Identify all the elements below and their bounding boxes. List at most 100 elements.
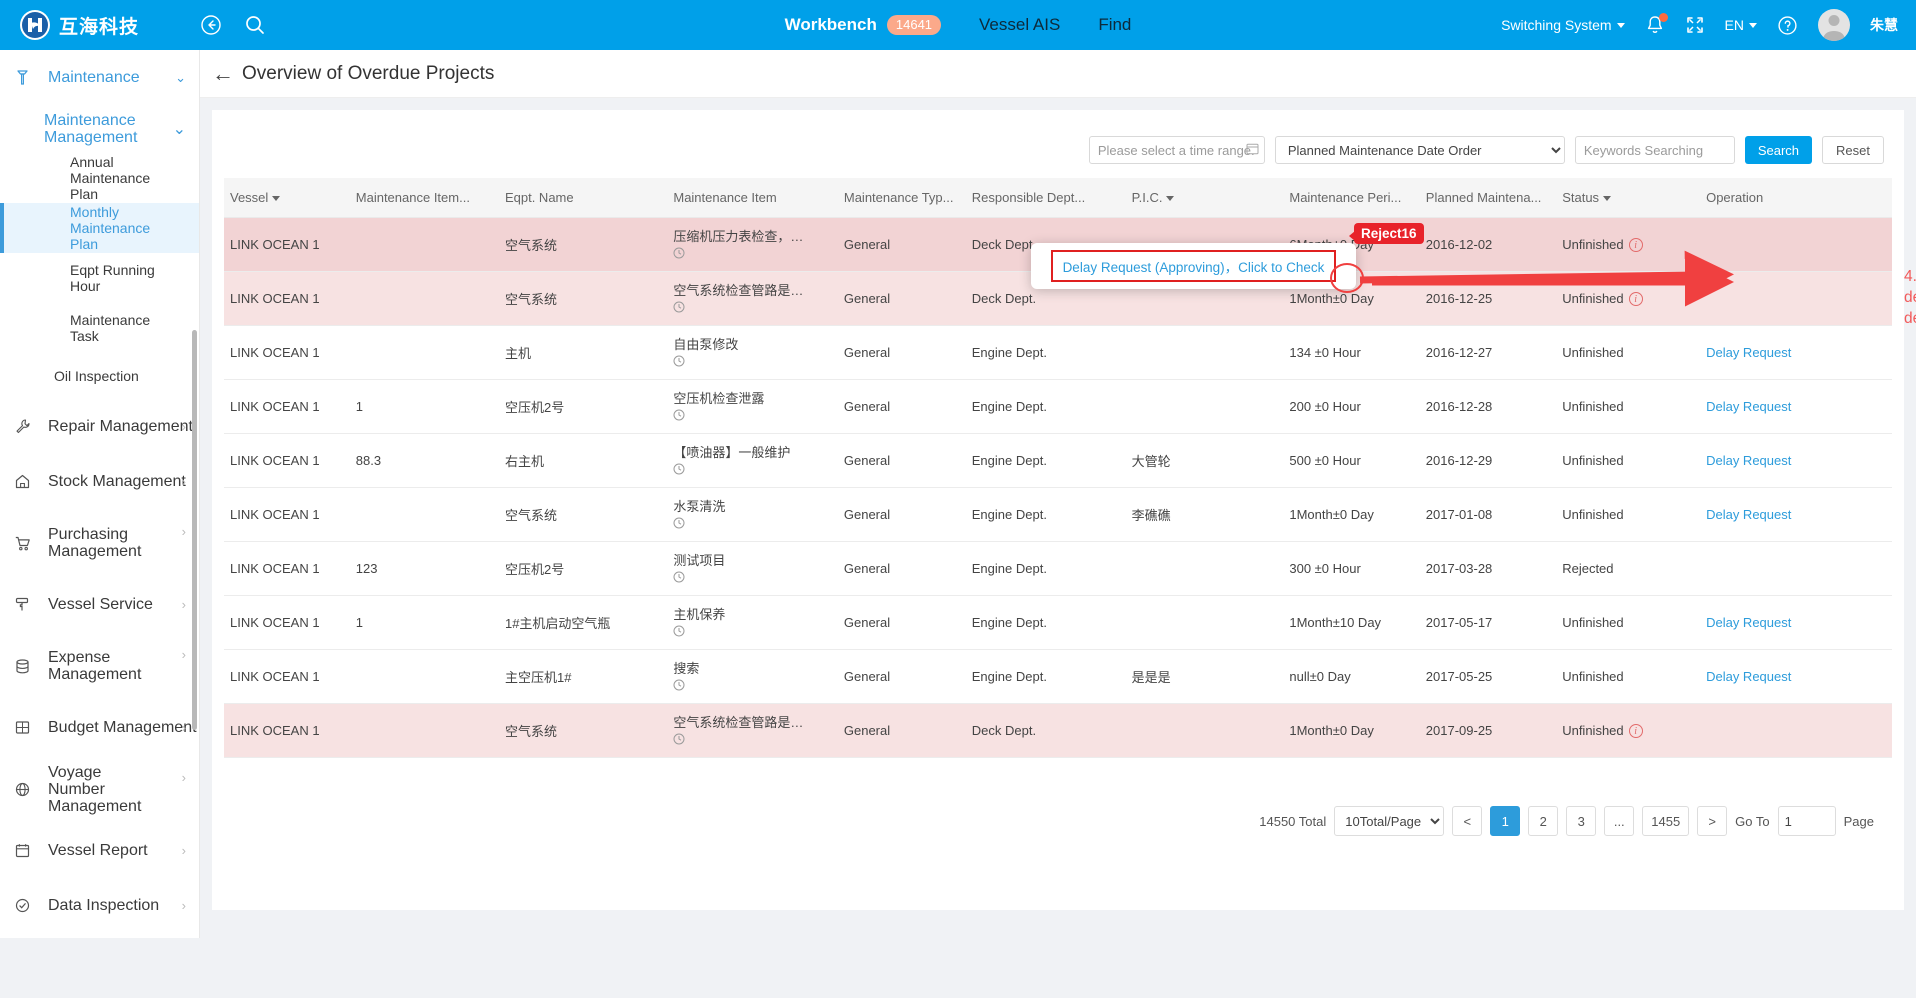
cell-operation[interactable]: Delay Request bbox=[1700, 649, 1892, 704]
sidebar-item-maintenance[interactable]: Maintenance ⌄ bbox=[0, 50, 199, 105]
cell-eqpt-name: 空气系统 bbox=[498, 271, 668, 326]
status-text: Unfinished bbox=[1562, 399, 1624, 414]
sidebar-item-purchasing-management[interactable]: Purchasing Management › bbox=[0, 509, 199, 577]
delay-request-link[interactable]: Delay Request bbox=[1706, 399, 1791, 414]
page-ellipsis[interactable]: ... bbox=[1604, 806, 1635, 836]
sidebar-item-vessel-service[interactable]: Vessel Service › bbox=[0, 577, 199, 632]
cell-pic: 大管轮 bbox=[1125, 433, 1284, 488]
delay-request-tooltip[interactable]: Delay Request (Approving)，Click to Check bbox=[1031, 243, 1356, 289]
cell-operation[interactable]: Delay Request bbox=[1700, 379, 1892, 434]
col-pic[interactable]: P.I.C. bbox=[1125, 178, 1284, 218]
language-selector[interactable]: EN bbox=[1725, 17, 1757, 33]
col-eqpt-name: Eqpt. Name bbox=[498, 178, 668, 218]
cell-maintenance-item-no bbox=[349, 217, 499, 272]
nav-item-vessel-ais[interactable]: Vessel AIS bbox=[979, 15, 1060, 35]
table-row[interactable]: LINK OCEAN 1 1 1#主机启动空气瓶 主机保养 General Engine … bbox=[224, 595, 1892, 650]
brand: 互海科技 bbox=[0, 10, 190, 40]
cell-maintenance-type: General bbox=[837, 217, 966, 272]
cell-operation[interactable]: Delay Request bbox=[1700, 595, 1892, 650]
calendar-icon bbox=[1246, 142, 1259, 158]
delay-request-link[interactable]: Delay Request bbox=[1706, 669, 1791, 684]
nav-item-find[interactable]: Find bbox=[1098, 15, 1131, 35]
chevron-right-icon: › bbox=[181, 898, 186, 913]
nav-item-workbench[interactable]: Workbench 14641 bbox=[785, 15, 942, 35]
cell-status: Rejected bbox=[1556, 541, 1701, 596]
cell-vessel: LINK OCEAN 1 bbox=[224, 271, 350, 326]
delay-request-link[interactable]: Delay Request bbox=[1706, 453, 1791, 468]
hammer-icon bbox=[14, 69, 38, 86]
bell-icon[interactable] bbox=[1645, 12, 1668, 36]
reset-button[interactable]: Reset bbox=[1822, 136, 1884, 164]
table-row[interactable]: LINK OCEAN 1 空气系统 空气系统检查管路是… General Deck De… bbox=[224, 703, 1892, 758]
cell-operation[interactable]: Delay Request bbox=[1700, 433, 1892, 488]
cell-responsible-dept: Engine Dept. bbox=[965, 487, 1126, 542]
delay-request-link[interactable]: Delay Request bbox=[1706, 615, 1791, 630]
sidebar-item-eqpt-running-hour[interactable]: Eqpt Running Hour bbox=[0, 253, 199, 303]
sidebar-item-oil-inspection[interactable]: Oil Inspection bbox=[0, 353, 199, 399]
delay-request-link[interactable]: Delay Request bbox=[1706, 345, 1791, 360]
company-logo-icon bbox=[20, 10, 50, 40]
cell-status: Unfinished bbox=[1556, 325, 1701, 380]
search-icon[interactable] bbox=[244, 14, 266, 36]
sidebar-scrollbar[interactable] bbox=[192, 330, 197, 730]
page-button-2[interactable]: 2 bbox=[1528, 806, 1559, 836]
delay-request-link[interactable]: Delay Request bbox=[1706, 507, 1791, 522]
page-button-last[interactable]: 1455 bbox=[1642, 806, 1690, 836]
search-input[interactable] bbox=[1574, 136, 1735, 164]
sidebar-item-repair-management[interactable]: Repair Management › bbox=[0, 399, 199, 454]
page-button-1[interactable]: 1 bbox=[1490, 806, 1521, 836]
switching-system-dropdown[interactable]: Switching System bbox=[1501, 17, 1625, 33]
cell-maintenance-period: null±0 Day bbox=[1283, 649, 1420, 704]
fullscreen-icon[interactable] bbox=[1685, 15, 1705, 35]
sidebar-item-expense-management[interactable]: Expense Management › bbox=[0, 632, 199, 700]
table-row[interactable]: LINK OCEAN 1 123 空压机2号 测试项目 General Engine De… bbox=[224, 541, 1892, 596]
avatar[interactable] bbox=[1818, 9, 1850, 41]
page-button-3[interactable]: 3 bbox=[1566, 806, 1597, 836]
sidebar-item-voyage-number-management[interactable]: Voyage Number Management › bbox=[0, 755, 199, 823]
wrench-icon bbox=[14, 418, 38, 435]
next-page-button[interactable]: > bbox=[1697, 806, 1728, 836]
clock-icon bbox=[673, 463, 832, 477]
cell-maintenance-item-no bbox=[349, 703, 499, 758]
sidebar-item-annual-maintenance-plan[interactable]: Annual Maintenance Plan bbox=[0, 153, 199, 203]
status-text: Unfinished bbox=[1562, 236, 1624, 252]
cell-maintenance-type: General bbox=[837, 433, 966, 488]
col-vessel[interactable]: Vessel bbox=[224, 178, 350, 218]
cell-planned-date: 2017-09-25 bbox=[1419, 703, 1557, 758]
sidebar-item-data-inspection[interactable]: Data Inspection › bbox=[0, 878, 199, 933]
cell-operation[interactable]: Delay Request bbox=[1700, 325, 1892, 380]
arrow-left-icon[interactable]: ← bbox=[212, 62, 234, 85]
col-maintenance-item-no: Maintenance Item... bbox=[349, 178, 499, 218]
date-range-input[interactable] bbox=[1088, 136, 1265, 164]
goto-page-input[interactable] bbox=[1777, 806, 1836, 836]
cell-planned-date: 2016-12-25 bbox=[1419, 271, 1557, 326]
table-row[interactable]: LINK OCEAN 1 主空压机1# 搜索 General Engine Dept. 是… bbox=[224, 649, 1892, 704]
sidebar-item-maintenance-management[interactable]: Maintenance Management ⌄ bbox=[0, 105, 199, 153]
sidebar-item-monthly-maintenance-plan[interactable]: Monthly Maintenance Plan bbox=[0, 203, 199, 253]
sort-order-select[interactable]: Planned Maintenance Date Order bbox=[1274, 136, 1565, 164]
table-row[interactable]: LINK OCEAN 1 88.3 右主机 【喷油器】一般维护 General Engin… bbox=[224, 433, 1892, 488]
sidebar-item-stock-management[interactable]: Stock Management › bbox=[0, 454, 199, 509]
back-circle-icon[interactable] bbox=[200, 14, 222, 36]
status-info-icon[interactable]: i bbox=[1628, 724, 1643, 739]
prev-page-button[interactable]: < bbox=[1452, 806, 1483, 836]
search-button[interactable]: Search bbox=[1744, 136, 1813, 164]
status-info-icon[interactable]: i bbox=[1628, 292, 1643, 307]
cell-maintenance-item-no: 1 bbox=[349, 595, 499, 650]
page-size-select[interactable]: 10Total/Page bbox=[1334, 806, 1445, 836]
status-info-icon[interactable]: i bbox=[1628, 238, 1643, 253]
cell-maintenance-item-no: 123 bbox=[349, 541, 499, 596]
sidebar-item-vessel-report[interactable]: Vessel Report › bbox=[0, 823, 199, 878]
cell-maintenance-item-no bbox=[349, 325, 499, 380]
cell-eqpt-name: 空气系统 bbox=[498, 703, 668, 758]
cell-operation[interactable]: Delay Request bbox=[1700, 487, 1892, 542]
col-status[interactable]: Status bbox=[1556, 178, 1701, 218]
reject-badge: Reject16 bbox=[1349, 223, 1424, 244]
question-circle-icon[interactable] bbox=[1777, 15, 1798, 36]
table-row[interactable]: LINK OCEAN 1 主机 自由泵修改 General Engine Dept. 13… bbox=[224, 325, 1892, 380]
table-row[interactable]: LINK OCEAN 1 空气系统 水泵清洗 General Engine Dept. 李… bbox=[224, 487, 1892, 542]
sidebar-item-maintenance-task[interactable]: Maintenance Task bbox=[0, 303, 199, 353]
table-row[interactable]: LINK OCEAN 1 1 空压机2号 空压机检查泄露 General Engine D… bbox=[224, 379, 1892, 434]
sidebar-label-annual-maintenance-plan: Annual Maintenance Plan bbox=[70, 154, 151, 202]
sidebar-item-budget-management[interactable]: Budget Management › bbox=[0, 700, 199, 755]
